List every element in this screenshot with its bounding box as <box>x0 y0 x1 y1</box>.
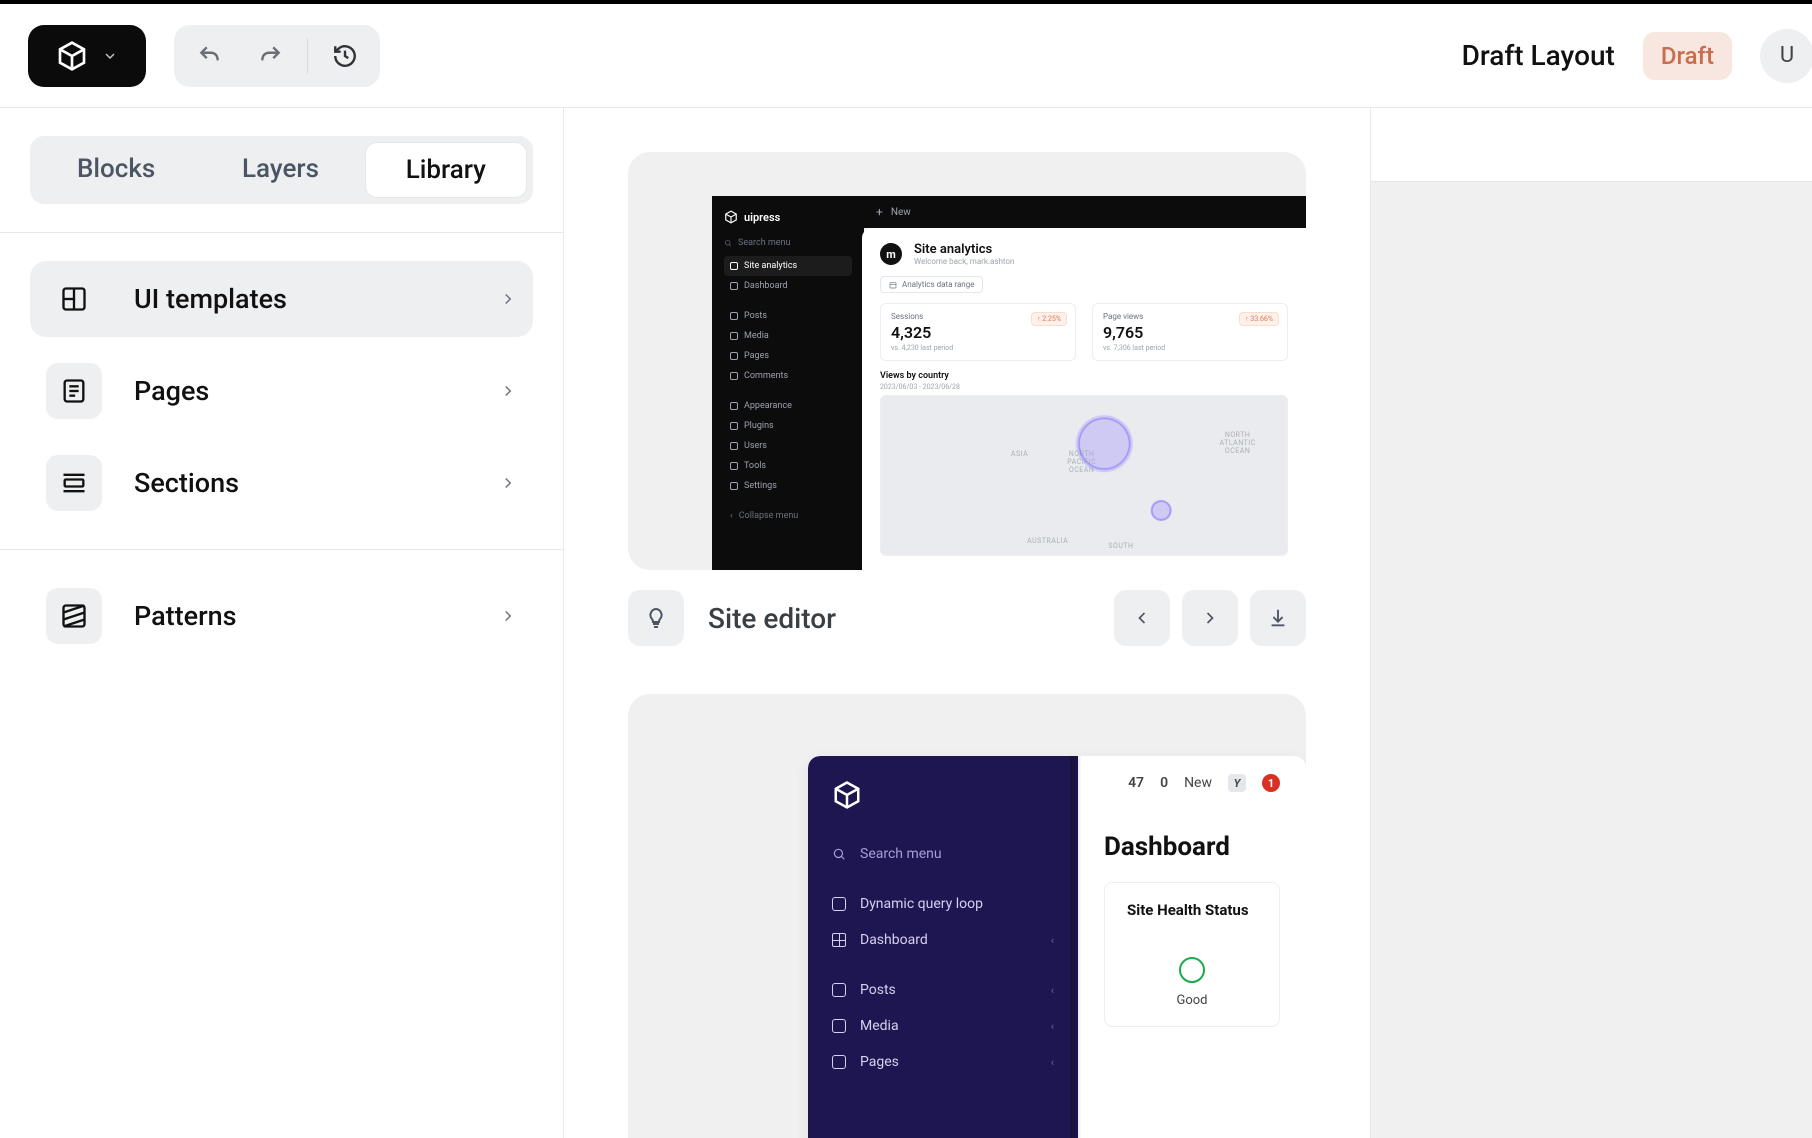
template-title: Draft Layout <box>1462 39 1615 72</box>
columns-icon <box>46 271 102 327</box>
library-gallery: uipress Search menu Site analytics Dashb… <box>564 108 1370 1138</box>
tab-library[interactable]: Library <box>365 142 527 198</box>
chevron-right-icon <box>499 290 517 308</box>
preview-search: Search menu <box>724 238 852 248</box>
chevron-right-icon <box>499 607 517 625</box>
page-icon <box>46 363 102 419</box>
category-label: UI templates <box>134 283 499 315</box>
library-category-list: UI templates Pages <box>30 261 533 521</box>
template-preview: Search menu Dynamic query loop Dashboard… <box>628 694 1306 1138</box>
chevron-down-icon <box>102 48 118 64</box>
history-button[interactable] <box>332 43 358 69</box>
divider <box>307 38 308 74</box>
brand-menu-button[interactable] <box>28 25 146 87</box>
pattern-icon <box>46 588 102 644</box>
history-toolbar <box>174 25 380 87</box>
category-ui-templates[interactable]: UI templates <box>30 261 533 337</box>
lightbulb-icon <box>628 590 684 646</box>
status-badge[interactable]: Draft <box>1643 32 1732 80</box>
template-card[interactable]: uipress Search menu Site analytics Dashb… <box>628 152 1306 570</box>
undo-button[interactable] <box>197 43 223 69</box>
next-preview-button[interactable] <box>1182 590 1238 646</box>
section-icon <box>46 455 102 511</box>
category-sections[interactable]: Sections <box>30 445 533 521</box>
panel-tabs: Blocks Layers Library <box>30 136 533 204</box>
brand-cube-icon <box>56 40 88 72</box>
category-patterns[interactable]: Patterns <box>30 578 533 654</box>
canvas-area[interactable] <box>1370 108 1812 1138</box>
health-ring-icon <box>1179 957 1205 983</box>
divider <box>0 232 563 233</box>
preview-dark-sidebar: uipress Search menu Site analytics Dashb… <box>712 196 864 570</box>
template-preview: uipress Search menu Site analytics Dashb… <box>628 152 1306 570</box>
app-toolbar: Draft Layout Draft U <box>0 0 1812 108</box>
avatar[interactable]: U <box>1760 29 1812 83</box>
template-card[interactable]: Search menu Dynamic query loop Dashboard… <box>628 694 1306 1138</box>
preview-indigo-sidebar: Search menu Dynamic query loop Dashboard… <box>808 756 1078 1138</box>
chevron-right-icon <box>499 382 517 400</box>
chevron-right-icon <box>499 474 517 492</box>
category-pages[interactable]: Pages <box>30 353 533 429</box>
category-label: Patterns <box>134 600 499 632</box>
divider <box>0 549 563 550</box>
brand-cube-icon <box>832 780 862 810</box>
tab-blocks[interactable]: Blocks <box>36 142 196 198</box>
template-card-footer: Site editor <box>628 590 1306 646</box>
category-label: Sections <box>134 467 499 499</box>
download-template-button[interactable] <box>1250 590 1306 646</box>
inspector-panel: Blocks Layers Library UI templates <box>0 108 564 1138</box>
redo-button[interactable] <box>257 43 283 69</box>
template-card-title: Site editor <box>708 602 1090 635</box>
category-label: Pages <box>134 375 499 407</box>
tab-layers[interactable]: Layers <box>200 142 360 198</box>
preview-search: Search menu <box>808 836 1078 872</box>
prev-preview-button[interactable] <box>1114 590 1170 646</box>
